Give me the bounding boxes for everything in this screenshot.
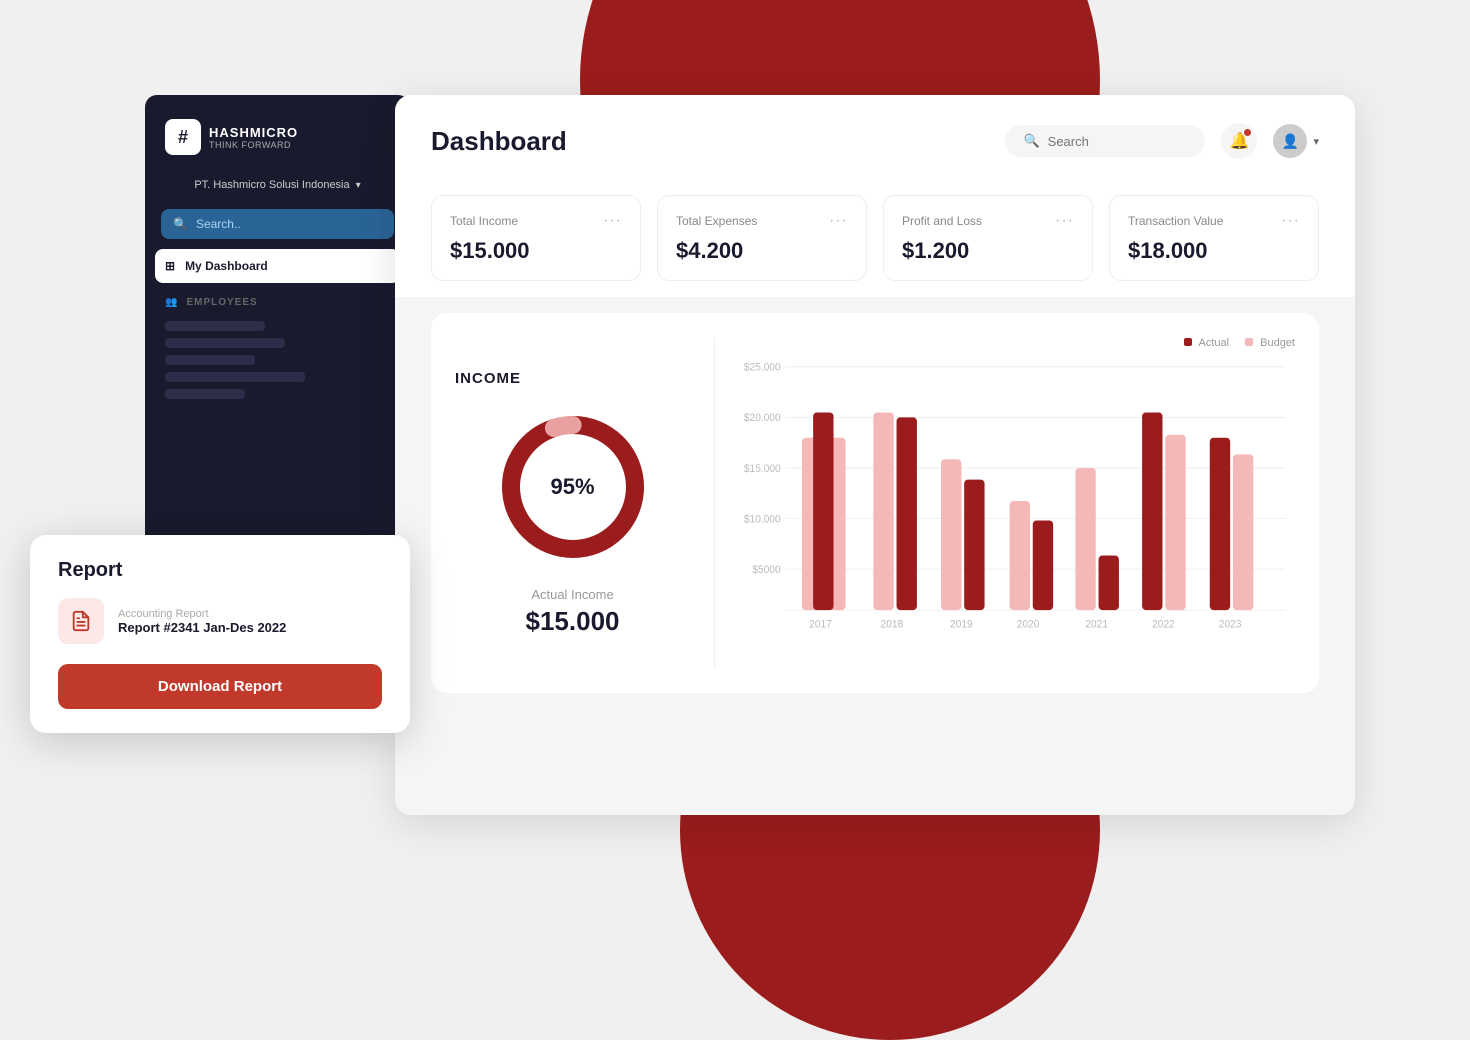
stat-card-income: Total Income ··· $15.000 (431, 195, 641, 281)
report-card-title: Report (58, 559, 382, 582)
income-right: Actual Budget $25.000 (715, 337, 1295, 669)
document-icon (70, 610, 92, 632)
stat-card-profit: Profit and Loss ··· $1.200 (883, 195, 1093, 281)
sidebar-company[interactable]: PT. Hashmicro Solusi Indonesia ▾ (145, 171, 410, 199)
sidebar-logo: # HASHMICRO THINK FORWARD (145, 95, 410, 171)
sidebar-skeleton-3 (165, 355, 255, 365)
sidebar-item-label: My Dashboard (185, 259, 268, 273)
chevron-down-icon: ▾ (1313, 135, 1319, 148)
notification-dot (1244, 129, 1251, 136)
sidebar-item-dashboard[interactable]: ⊞ My Dashboard (155, 249, 400, 283)
stat-profit-label: Profit and Loss (902, 214, 982, 228)
stat-card-expenses: Total Expenses ··· $4.200 (657, 195, 867, 281)
stats-row: Total Income ··· $15.000 Total Expenses … (395, 179, 1355, 297)
chevron-down-icon: ▾ (356, 180, 361, 191)
report-card: Report Accounting Report Report #2341 Ja… (30, 535, 410, 733)
stat-expenses-label: Total Expenses (676, 214, 757, 228)
stat-transaction-label: Transaction Value (1128, 214, 1223, 228)
sidebar-skeleton-5 (165, 389, 245, 399)
employees-section-label: 👥 EMPLOYEES (145, 285, 410, 314)
svg-text:2022: 2022 (1152, 619, 1175, 630)
stat-profit-value: $1.200 (902, 238, 969, 263)
employees-label: EMPLOYEES (186, 297, 257, 308)
sidebar-skeleton-2 (165, 338, 285, 348)
stat-income-label: Total Income (450, 214, 518, 228)
income-left: INCOME 95% Actual Income $15.000 (455, 337, 715, 669)
svg-text:2021: 2021 (1085, 619, 1108, 630)
notification-button[interactable]: 🔔 (1221, 123, 1257, 159)
legend-budget: Budget (1245, 337, 1295, 349)
svg-text:2020: 2020 (1017, 619, 1040, 630)
company-name: PT. Hashmicro Solusi Indonesia (194, 179, 349, 191)
stat-card-transaction: Transaction Value ··· $18.000 (1109, 195, 1319, 281)
page-title: Dashboard (431, 126, 567, 157)
income-title: INCOME (455, 370, 521, 387)
actual-income-label: Actual Income (531, 587, 613, 602)
stat-expenses-more[interactable]: ··· (829, 212, 848, 230)
svg-text:$10.000: $10.000 (744, 514, 781, 525)
sidebar-search-input[interactable] (196, 217, 382, 231)
sidebar-search[interactable]: 🔍 (161, 209, 394, 239)
legend-budget-dot (1245, 338, 1253, 346)
stat-transaction-value: $18.000 (1128, 238, 1208, 263)
donut-chart: 95% (493, 407, 653, 567)
svg-text:2017: 2017 (809, 619, 832, 630)
header-right: 🔍 🔔 👤 ▾ (1005, 123, 1319, 159)
stat-income-more[interactable]: ··· (603, 212, 622, 230)
svg-text:$25.000: $25.000 (744, 362, 781, 373)
employees-icon: 👥 (165, 297, 178, 308)
donut-percent: 95% (550, 474, 594, 499)
svg-text:$20.000: $20.000 (744, 413, 781, 424)
logo-icon: # (165, 119, 201, 155)
report-item-subtitle: Accounting Report (118, 608, 286, 620)
legend-actual-dot (1184, 338, 1192, 346)
download-report-button[interactable]: Download Report (58, 664, 382, 709)
svg-text:2019: 2019 (950, 619, 973, 630)
search-box[interactable]: 🔍 (1005, 125, 1205, 157)
bar-chart-svg: $25.000 $20.000 $15.000 $10.000 $5000 (739, 357, 1295, 649)
report-item: Accounting Report Report #2341 Jan-Des 2… (58, 598, 382, 644)
income-section: INCOME 95% Actual Income $15.000 (431, 313, 1319, 693)
actual-income-value: $15.000 (526, 606, 620, 637)
report-icon-wrap (58, 598, 104, 644)
logo-tagline: THINK FORWARD (209, 140, 298, 150)
search-icon: 🔍 (1023, 133, 1039, 149)
logo-name: HASHMICRO (209, 125, 298, 140)
dashboard-icon: ⊞ (165, 259, 175, 273)
sidebar-skeleton-1 (165, 321, 265, 331)
user-avatar-button[interactable]: 👤 ▾ (1273, 124, 1319, 158)
avatar: 👤 (1273, 124, 1307, 158)
svg-text:$5000: $5000 (752, 565, 780, 576)
report-item-text: Accounting Report Report #2341 Jan-Des 2… (118, 608, 286, 635)
stat-profit-more[interactable]: ··· (1055, 212, 1074, 230)
svg-text:$15.000: $15.000 (744, 464, 781, 475)
chart-legend: Actual Budget (1184, 337, 1295, 349)
stat-income-value: $15.000 (450, 238, 530, 263)
sidebar-skeleton-4 (165, 372, 305, 382)
svg-text:2023: 2023 (1219, 619, 1242, 630)
legend-actual: Actual (1184, 337, 1229, 349)
search-input[interactable] (1048, 134, 1188, 149)
stat-transaction-more[interactable]: ··· (1281, 212, 1300, 230)
report-item-name: Report #2341 Jan-Des 2022 (118, 620, 286, 635)
main-header: Dashboard 🔍 🔔 👤 ▾ (395, 95, 1355, 179)
bar-chart-area: $25.000 $20.000 $15.000 $10.000 $5000 (739, 357, 1295, 669)
svg-text:2018: 2018 (881, 619, 904, 630)
logo-text: HASHMICRO THINK FORWARD (209, 125, 298, 150)
stat-expenses-value: $4.200 (676, 238, 743, 263)
donut-center: 95% (550, 474, 594, 500)
main-panel: Dashboard 🔍 🔔 👤 ▾ Total Income ··· $15.0… (395, 95, 1355, 815)
search-icon: 🔍 (173, 217, 188, 231)
